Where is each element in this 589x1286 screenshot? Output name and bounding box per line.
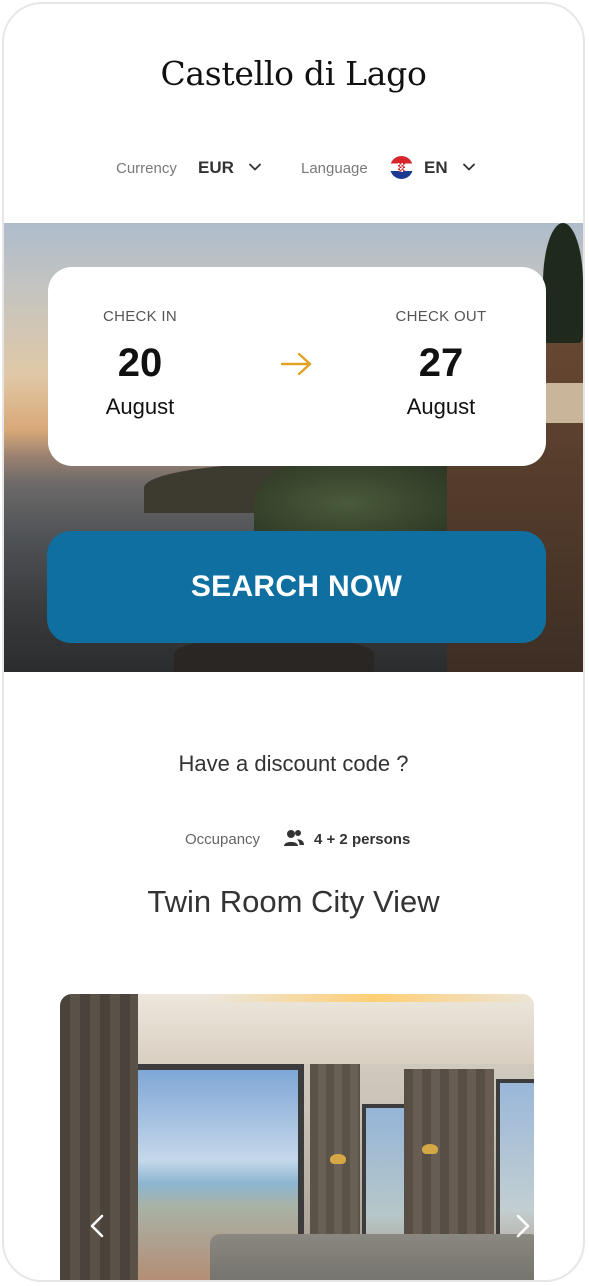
arrow-right-icon	[280, 352, 312, 376]
phone-frame: Castello di Lago Currency EUR Language E…	[2, 2, 585, 1282]
croatia-flag-icon	[390, 156, 413, 179]
language-label: Language	[301, 160, 368, 177]
language-select[interactable]: EN	[424, 158, 448, 178]
occupancy-selector[interactable]: Occupancy 4 + 2 persons	[4, 828, 583, 852]
check-in-day: 20	[117, 341, 163, 385]
date-picker-card[interactable]: CHECK IN 20 August CHECK OUT 27 August	[48, 267, 546, 466]
preferences-bar: Currency EUR Language EN	[4, 152, 583, 186]
check-in-label: CHECK IN	[102, 308, 178, 325]
chevron-right-icon	[516, 1214, 530, 1238]
room-photo[interactable]	[60, 994, 534, 1280]
check-in-month: August	[105, 394, 175, 419]
carousel-prev-button[interactable]	[84, 1212, 112, 1240]
discount-code-link[interactable]: Have a discount code ?	[4, 751, 583, 777]
check-out-day: 27	[418, 341, 464, 385]
check-out-month: August	[406, 394, 476, 419]
chevron-left-icon	[90, 1214, 104, 1238]
occupancy-label: Occupancy	[185, 831, 261, 848]
currency-label: Currency	[116, 160, 177, 177]
search-now-button[interactable]: SEARCH NOW	[47, 531, 546, 643]
occupancy-value: 4 + 2 persons	[314, 831, 411, 848]
brand-logo: Castello di Lago	[160, 54, 427, 93]
currency-select[interactable]: EUR	[198, 158, 234, 178]
carousel-next-button[interactable]	[508, 1212, 536, 1240]
chevron-down-icon[interactable]	[247, 159, 263, 175]
room-title: Twin Room City View	[147, 884, 440, 919]
check-out-label: CHECK OUT	[395, 308, 487, 325]
chevron-down-icon[interactable]	[461, 159, 477, 175]
people-icon	[284, 830, 304, 846]
